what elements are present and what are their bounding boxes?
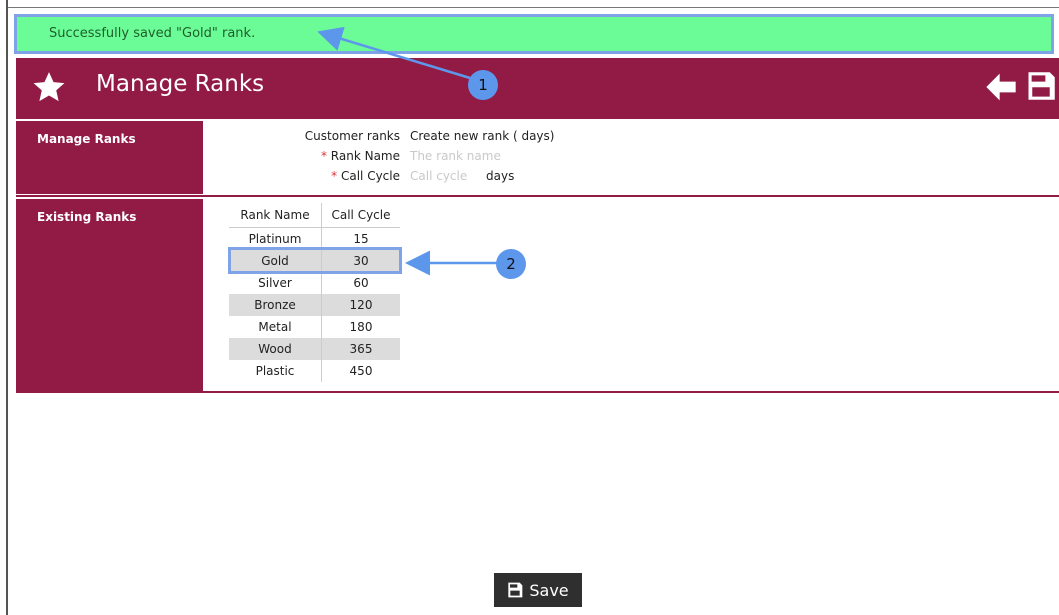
annotation-arrows xyxy=(317,26,497,276)
save-button[interactable]: Save xyxy=(494,573,582,607)
floppy-disk-icon xyxy=(508,582,523,598)
annotation-callout-2: 2 xyxy=(496,249,526,279)
annotation-arrow-1 xyxy=(317,26,471,80)
annotation-callout-1: 1 xyxy=(468,70,498,100)
save-button-label: Save xyxy=(529,580,569,600)
